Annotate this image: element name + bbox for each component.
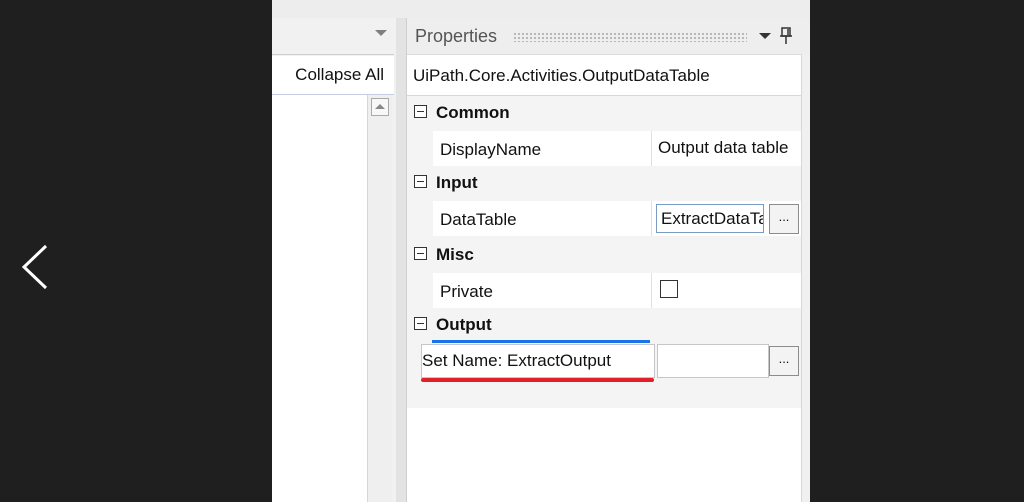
properties-panel: Properties UiPath.Core.Activities.Output… [406,18,810,502]
focus-indicator [432,340,650,343]
datatable-value-input[interactable]: ExtractDataTable [656,204,764,233]
properties-scrollbar-track[interactable] [801,54,810,502]
datatable-ellipsis-button[interactable]: ... [769,204,799,234]
set-name-hint: Set Name: ExtractOutput [421,344,655,378]
property-row-displayname: DisplayName Output data table [433,131,801,166]
property-name: DataTable [440,210,517,229]
collapse-minus-icon[interactable] [414,247,427,260]
property-row-datatable: DataTable ExtractDataTable ... [433,201,801,236]
category-label: Common [436,103,510,122]
private-checkbox[interactable] [660,280,678,298]
panel-splitter[interactable] [396,18,406,502]
property-name: DisplayName [440,140,542,159]
private-value-cell [651,273,802,308]
category-label: Input [436,173,478,192]
category-common: Common [407,96,801,129]
scroll-up-arrow-icon[interactable] [371,98,389,116]
properties-title: Properties [415,26,498,46]
output-value-input[interactable] [657,344,769,378]
activity-type-label: UiPath.Core.Activities.OutputDataTable [413,66,710,85]
outline-toolbar: Collapse All [272,56,394,95]
red-annotation-underline [421,378,654,382]
displayname-value-field[interactable]: Output data table [651,131,802,166]
category-misc: Misc [407,238,801,271]
property-grid: Common DisplayName Output data table Inp… [407,96,801,502]
outline-panel-header [272,18,394,55]
property-row-private: Private [433,273,801,308]
collapse-minus-icon[interactable] [414,105,427,118]
collapse-minus-icon[interactable] [414,175,427,188]
property-name: Private [440,282,493,301]
outline-tree-area [272,95,367,502]
collapse-all-button[interactable]: Collapse All [295,65,384,85]
previous-arrow-icon[interactable] [18,242,52,292]
collapse-minus-icon[interactable] [414,317,427,330]
output-ellipsis-button[interactable]: ... [769,346,799,376]
screenshot-frame: Collapse All Properties UiPath.Core.Acti… [272,0,810,502]
property-value: Output data table [658,138,789,157]
category-output: Output [407,308,801,341]
category-label: Output [436,315,492,334]
category-label: Misc [436,245,474,264]
pin-icon[interactable] [779,26,793,46]
datatable-value-cell: ExtractDataTable [651,201,766,236]
property-grid-empty-area [407,408,801,502]
set-name-text: Set Name: ExtractOutput [422,351,611,370]
drag-grip[interactable] [513,32,747,42]
category-input: Input [407,166,801,199]
selected-activity-type: UiPath.Core.Activities.OutputDataTable [407,54,801,96]
property-value: ExtractDataTable [661,209,763,228]
properties-header: Properties [407,18,810,54]
chevron-down-icon[interactable] [375,30,387,36]
panel-options-chevron-icon[interactable] [759,33,771,39]
outline-scrollbar[interactable] [367,95,392,502]
